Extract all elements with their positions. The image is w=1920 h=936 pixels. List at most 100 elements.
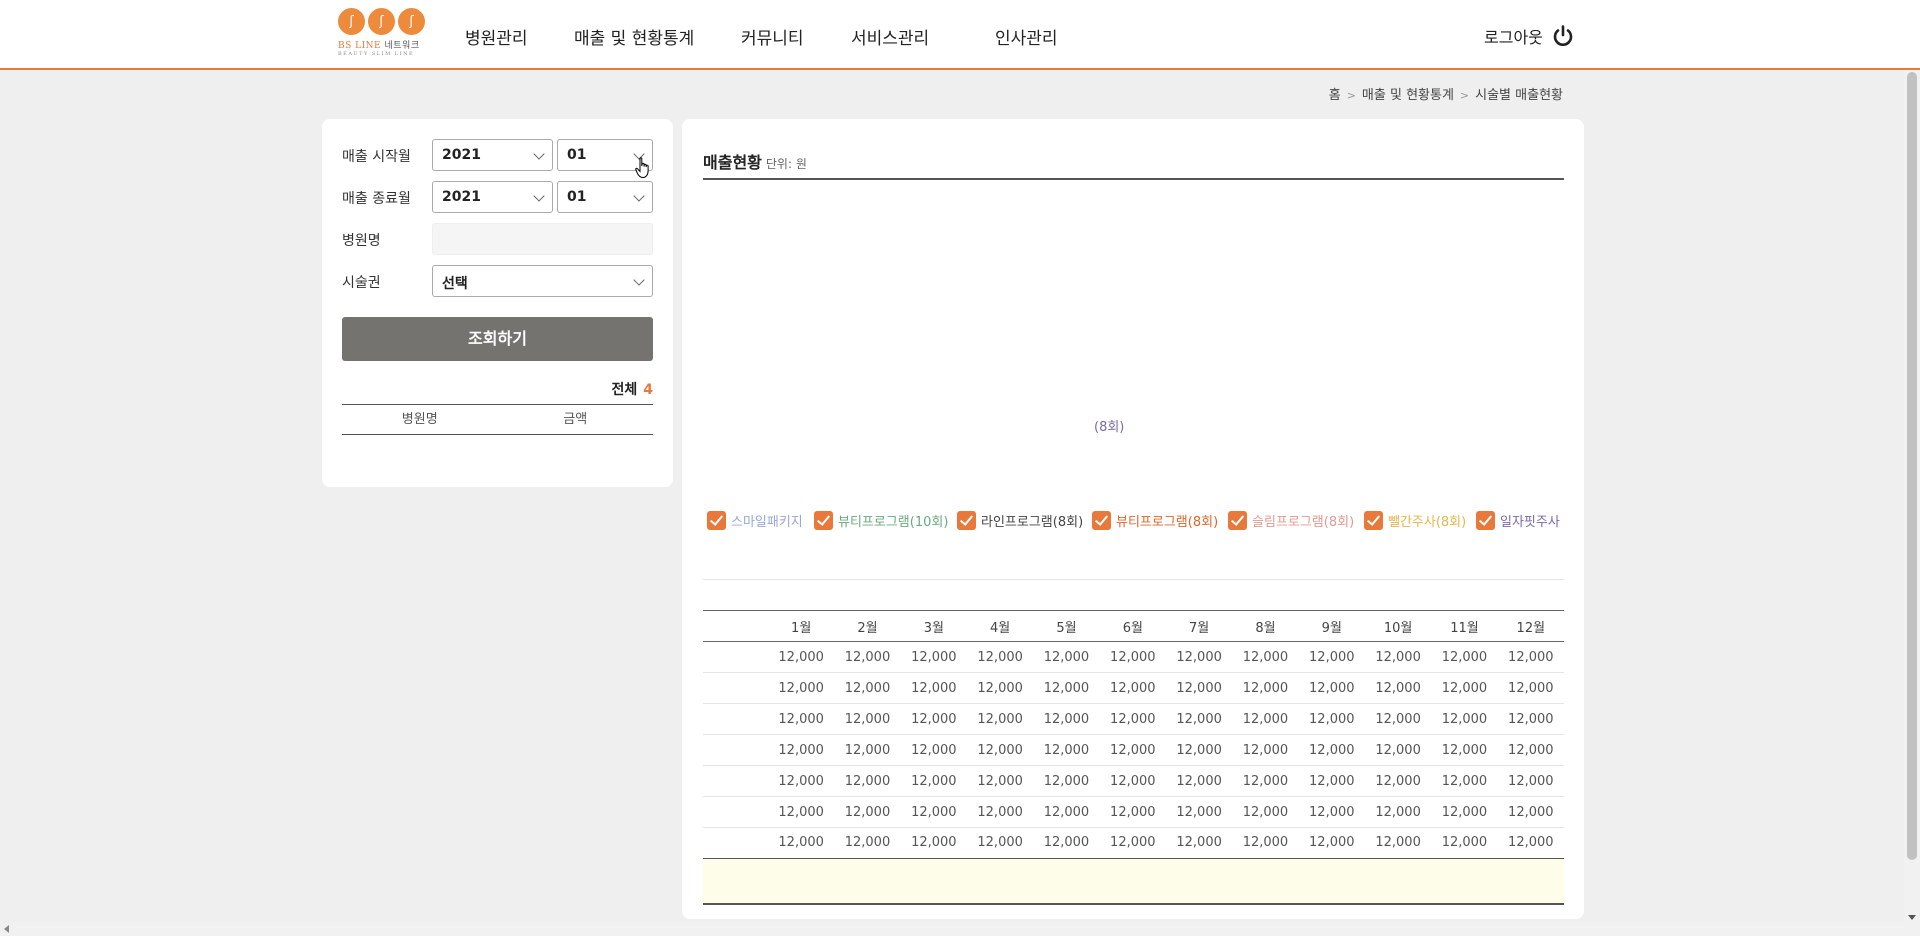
sales-cell: 12,000 [1099,827,1166,860]
sales-cell: 12,000 [1033,734,1100,766]
sales-cell: 12,000 [1165,765,1233,797]
sales-cell: 12,000 [966,765,1034,797]
legend-divider [703,579,1564,580]
sales-cell: 12,000 [1099,734,1166,766]
month-header: 10월 [1364,610,1432,642]
table-total-row [703,859,1564,905]
legend-label: 뺄간주사(8회) [1388,515,1467,530]
legend-label: 뷰티프로그램(8회) [1116,515,1219,530]
table-row: 12,000 12,000 12,000 12,000 12,000 12,000 12,0… [703,734,1564,766]
start-month-label: 매출 시작월 [342,149,411,165]
row-name-cell [703,641,768,673]
legend-item-slim-8[interactable]: 슬림프로그램(8회) [1228,511,1354,530]
legend-item-beauty-8[interactable]: 뷰티프로그램(8회) [1092,511,1218,530]
logout-label: 로그아웃 [1484,28,1543,47]
legend-label: 스마일패키지 [731,515,803,530]
sales-cell: 12,000 [1298,641,1365,673]
hospital-name-input[interactable] [432,223,653,255]
sales-cell: 12,000 [1165,672,1233,704]
search-button[interactable]: 조회하기 [342,317,653,361]
nav-community[interactable]: 커뮤니티 [741,24,804,49]
checkbox-icon[interactable] [707,511,726,530]
sales-cell: 12,000 [1298,703,1365,735]
sales-cell: 12,000 [1099,641,1166,673]
checkbox-icon[interactable] [1476,511,1495,530]
nav-service-management[interactable]: 서비스관리 [851,24,929,49]
checkbox-icon[interactable] [957,511,976,530]
breadcrumb-home[interactable]: 홈 [1329,88,1341,103]
sales-cell: 12,000 [834,734,901,766]
end-month-label: 매출 종료월 [342,191,411,207]
column-amount[interactable]: 금액 [498,405,654,434]
sales-cell: 12,000 [1232,765,1299,797]
logo-circle-icon: ʃ [398,8,425,35]
sales-cell: 12,000 [1431,796,1498,828]
sales-cell: 12,000 [900,703,967,735]
sales-cell: 12,000 [1497,734,1564,766]
sales-cell: 12,000 [1099,703,1166,735]
checkbox-icon[interactable] [1364,511,1383,530]
scroll-down-arrow-icon[interactable] [1908,915,1916,920]
sales-cell: 12,000 [1165,641,1233,673]
month-header: 9월 [1298,610,1365,642]
checkbox-icon[interactable] [814,511,833,530]
logout-button[interactable]: 로그아웃 [1484,24,1575,48]
start-year-select[interactable]: 2021 [432,139,553,171]
sales-cell: 12,000 [900,827,967,860]
sales-cell: 12,000 [834,796,901,828]
month-header: 8월 [1232,610,1299,642]
legend-item-ilja-fit[interactable]: 일자핏주사 [1476,511,1560,530]
sales-cell: 12,000 [1298,827,1365,860]
series-legend: 스마일패키지 뷰티프로그램(10회) 라인프로그램(8회) 뷰티프로그램(8회)… [707,511,1567,551]
sales-cell: 12,000 [1497,796,1564,828]
legend-item-smile-package[interactable]: 스마일패키지 [707,511,803,530]
end-month-value: 01 [567,189,587,205]
column-hospital-name[interactable]: 병원명 [342,405,498,434]
sales-cell: 12,000 [900,672,967,704]
scrollbar-thumb[interactable] [1907,72,1917,860]
table-row: 12,000 12,000 12,000 12,000 12,000 12,000 12,0… [703,641,1564,673]
sales-cell: 12,000 [1364,827,1432,860]
logo-brand-sub: 네트워크 [384,41,420,51]
brand-logo[interactable]: ʃ ʃ ʃ BS LINE 네트워크 BEAUTY SLIM LINE [338,8,430,62]
table-row: 12,000 12,000 12,000 12,000 12,000 12,000 12,0… [703,827,1564,860]
sales-cell: 12,000 [1431,703,1498,735]
sales-cell: 12,000 [1431,734,1498,766]
sales-cell: 12,000 [1298,734,1365,766]
nav-hr-management[interactable]: 인사관리 [995,24,1058,49]
sales-cell: 12,000 [900,796,967,828]
checkbox-icon[interactable] [1228,511,1247,530]
vertical-scrollbar[interactable] [1904,70,1920,922]
horizontal-scrollbar[interactable] [0,922,1920,936]
procedure-select[interactable]: 선택 [432,265,653,297]
end-month-select[interactable]: 01 [557,181,653,213]
legend-item-line-8[interactable]: 라인프로그램(8회) [957,511,1083,530]
sales-cell: 12,000 [966,672,1034,704]
sales-cell: 12,000 [1431,765,1498,797]
breadcrumb: 홈 > 매출 및 현황통계 > 시술별 매출현황 [1329,84,1563,103]
table-row: 12,000 12,000 12,000 12,000 12,000 12,000 12,0… [703,765,1564,797]
month-header: 4월 [966,610,1034,642]
chevron-down-icon [633,274,645,286]
scroll-left-arrow-icon[interactable] [4,925,9,933]
checkbox-icon[interactable] [1092,511,1111,530]
breadcrumb-sales-statistics[interactable]: 매출 및 현황통계 [1362,88,1454,103]
sales-cell: 12,000 [1099,672,1166,704]
panel-unit: 단위: 원 [765,157,807,171]
legend-item-injection-8[interactable]: 뺄간주사(8회) [1364,511,1466,530]
sales-cell: 12,000 [966,641,1034,673]
month-header: 1월 [768,610,835,642]
legend-item-beauty-10[interactable]: 뷰티프로그램(10회) [814,511,948,530]
nav-sales-statistics[interactable]: 매출 및 현황통계 [574,24,694,49]
end-year-select[interactable]: 2021 [432,181,553,213]
sales-cell: 12,000 [1431,672,1498,704]
sales-cell: 12,000 [1099,765,1166,797]
nav-hospital-management[interactable]: 병원관리 [465,24,528,49]
sales-cell: 12,000 [1232,672,1299,704]
table-header-row: 1월 2월 3월 4월 5월 6월 7월 8월 9월 10월 11월 12월 [703,610,1564,642]
sales-panel: 매출현황 단위: 원 스마일패키지 뷰티프로그램(10회) 라인프로그램(8회) … [682,119,1584,919]
sales-cell: 12,000 [1033,796,1100,828]
month-header: 12월 [1497,610,1564,642]
sales-cell: 12,000 [1099,796,1166,828]
sales-cell: 12,000 [900,641,967,673]
